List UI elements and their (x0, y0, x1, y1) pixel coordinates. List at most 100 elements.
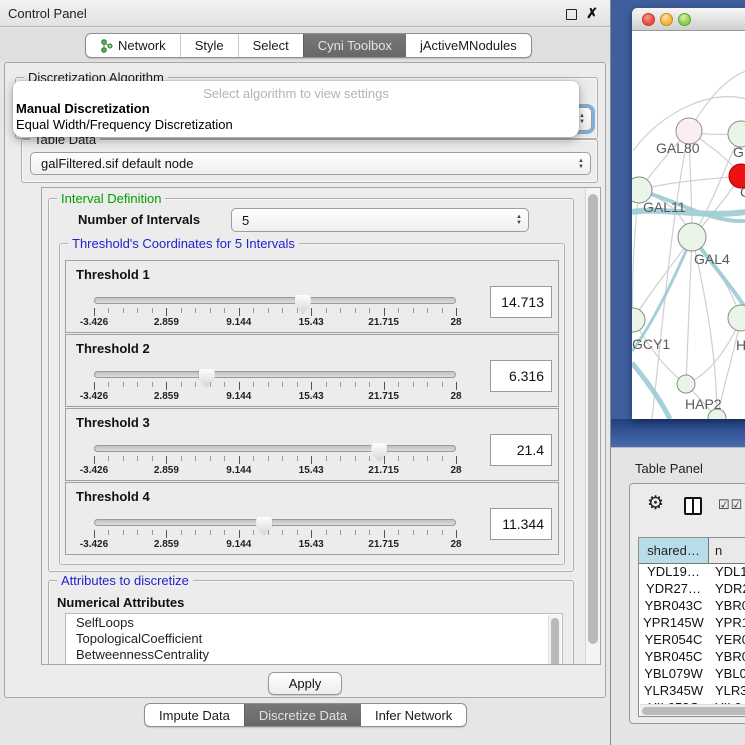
network-node-label: HAP2 (685, 396, 722, 412)
network-node-label: H (736, 337, 745, 353)
axis-tick-label: 2.859 (154, 317, 179, 328)
table-row[interactable]: YPR145WYPR1 (639, 615, 745, 632)
thresholds-group-title: Threshold's Coordinates for 5 Intervals (68, 236, 299, 251)
table-row[interactable]: YDR27…YDR2 (639, 581, 745, 598)
network-icon (100, 39, 113, 53)
attributes-scrollbar[interactable] (548, 615, 561, 665)
num-intervals-value: 5 (242, 213, 249, 228)
tab-label: Impute Data (159, 708, 230, 723)
close-traffic-light-icon[interactable] (642, 13, 655, 26)
threshold-label: Threshold 2 (76, 341, 150, 356)
checkbox-icons[interactable]: ☑☑ (718, 497, 743, 513)
network-node-label: GCY1 (632, 336, 670, 352)
threshold-panel: Threshold 1-3.4262.8599.14415.4321.71528 (65, 260, 559, 333)
axis-tick-label: 15.43 (299, 317, 324, 328)
zoom-traffic-light-icon[interactable] (678, 13, 691, 26)
threshold-value-field[interactable] (490, 434, 552, 466)
bottom-tabstrip: Impute Data Discretize DataInfer Network (0, 703, 610, 745)
tab-network[interactable]: Network (86, 34, 180, 57)
attribute-list-item[interactable]: SelfLoops (66, 614, 562, 630)
threshold-value-field[interactable] (490, 508, 552, 540)
algorithm-option[interactable]: Equal Width/Frequency Discretization (16, 117, 233, 132)
minimize-traffic-light-icon[interactable] (660, 13, 673, 26)
network-window[interactable]: GAL80GCGAL11GAL4GCY1HHAP2 (632, 8, 745, 419)
table-row[interactable]: YER054CYER0 (639, 632, 745, 649)
right-region: GAL80GCGAL11GAL4GCY1HHAP2 Table Panel ⚙ … (610, 0, 745, 745)
axis-tick-label: 21.715 (368, 539, 399, 550)
network-node[interactable] (677, 375, 695, 393)
slider-axis-labels: -3.4262.8599.14415.4321.71528 (94, 465, 456, 477)
column-layout-icon[interactable] (684, 497, 702, 515)
table-horizontal-scrollbar[interactable] (640, 704, 745, 717)
threshold-panel: Threshold 4 -3.4262.8599.14415.4321.71528 (65, 482, 559, 555)
threshold-panel: Threshold 2-3.4262.8599.14415.4321.71528 (65, 334, 559, 407)
threshold-list: Threshold 1-3.4262.8599.14415.4321.71528… (65, 260, 559, 556)
network-node[interactable] (678, 223, 706, 251)
table-row[interactable]: YBR043CYBR0 (639, 598, 745, 615)
algorithm-option[interactable]: Manual Discretization (16, 101, 150, 116)
threshold-value-field[interactable] (490, 360, 552, 392)
axis-tick-label: 2.859 (154, 539, 179, 550)
table-row[interactable]: YDL19…YDL1 (639, 564, 745, 581)
attribute-list-item[interactable]: TopologicalCoefficient (66, 630, 562, 646)
axis-tick-label: 2.859 (154, 465, 179, 476)
axis-tick-label: 21.715 (368, 317, 399, 328)
cell-shared-name: YER054C (639, 632, 709, 649)
tab-discretize-data[interactable]: Discretize Data (244, 704, 361, 726)
network-window-titlebar[interactable] (632, 8, 745, 31)
tab-label: jActiveMNodules (420, 38, 517, 53)
threshold-slider[interactable] (94, 371, 456, 378)
network-canvas[interactable]: GAL80GCGAL11GAL4GCY1HHAP2 (632, 31, 745, 419)
threshold-slider[interactable] (94, 445, 456, 452)
combo-stepper-icon: ▲▼ (579, 108, 585, 130)
tab-label: Select (253, 38, 289, 53)
tab-style[interactable]: Style (180, 34, 238, 57)
network-node-label: GAL11 (643, 199, 686, 215)
axis-tick-label: -3.426 (80, 465, 108, 476)
algorithm-dropdown-popup: Select algorithm to view settings Manual… (13, 81, 579, 137)
numerical-attributes-list: SelfLoopsTopologicalCoefficientBetweenne… (65, 613, 563, 665)
slider-axis-labels: -3.4262.8599.14415.4321.71528 (94, 317, 456, 329)
interval-definition-group: Interval Definition Number of Intervals … (48, 198, 574, 572)
table-row[interactable]: YBL079WYBL0 (639, 666, 745, 683)
tab-infer-network[interactable]: Infer Network (361, 704, 466, 726)
table-data-combobox[interactable]: galFiltered.sif default node ▲▼ (30, 152, 591, 175)
cell-name: YBR0 (709, 598, 745, 615)
threshold-slider[interactable] (94, 519, 456, 526)
cell-name: YPR1 (709, 615, 745, 632)
tab-jactivemnodules[interactable]: jActiveMNodules (406, 34, 531, 57)
apply-button[interactable]: Apply (268, 672, 342, 695)
node-attribute-table: shared… n YDL19…YDL1YDR27…YDR2YBR043CYBR… (638, 537, 745, 717)
tab-label: Style (195, 38, 224, 53)
interval-definition-title: Interval Definition (57, 191, 165, 206)
tab-label: Cyni Toolbox (318, 38, 392, 53)
top-tabstrip: Network Style Select Cyni Toolbox jActiveMNo… (0, 28, 610, 62)
slider-axis-labels: -3.4262.8599.14415.4321.71528 (94, 539, 456, 551)
tab-cyni-toolbox[interactable]: Cyni Toolbox (303, 34, 406, 57)
num-intervals-combobox[interactable]: 5 ▲▼ (231, 208, 529, 232)
cyni-toolbox-panel: Discretization Algorithm ▲▼ Select algor… (4, 62, 606, 698)
attribute-list-item[interactable]: BetweennessCentrality (66, 646, 562, 662)
tab-impute-data[interactable]: Impute Data (145, 704, 244, 726)
network-node[interactable] (728, 305, 745, 331)
network-node[interactable] (632, 308, 645, 332)
tab-select[interactable]: Select (238, 34, 303, 57)
close-icon[interactable]: ✗ (586, 5, 598, 22)
axis-tick-label: 28 (450, 539, 461, 550)
table-row[interactable]: YLR345WYLR3 (639, 683, 745, 700)
column-header-shared[interactable]: shared… (639, 538, 709, 563)
app-root: Control Panel ✗ NetworkStyleSelectCyni T… (0, 0, 745, 745)
network-node-label: GAL80 (656, 140, 700, 156)
threshold-value-field[interactable] (490, 286, 552, 318)
axis-tick-label: 9.144 (226, 465, 251, 476)
tab-label: Network (118, 38, 166, 53)
gear-icon[interactable]: ⚙ (647, 492, 664, 515)
column-header-name[interactable]: n (709, 538, 745, 563)
float-window-icon[interactable] (566, 9, 577, 20)
settings-scrollbar[interactable] (585, 188, 600, 664)
algorithm-placeholder: Select algorithm to view settings (13, 86, 579, 101)
threshold-slider[interactable] (94, 297, 456, 304)
threshold-label: Threshold 4 (76, 489, 150, 504)
table-row[interactable]: YBR045CYBR0 (639, 649, 745, 666)
bottom-tab-bar: Impute Data Discretize DataInfer Network (144, 703, 467, 727)
